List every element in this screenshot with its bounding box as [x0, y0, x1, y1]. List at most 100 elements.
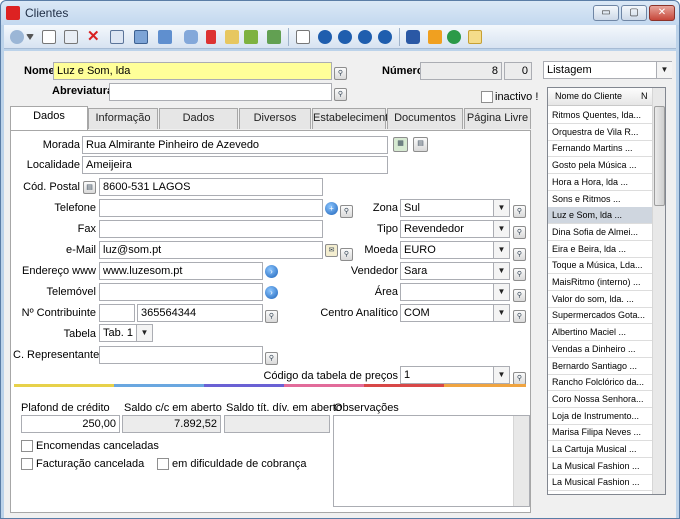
client-list[interactable]: Nome do Cliente N Ritmos Quentes, lda...… [547, 87, 666, 495]
chevron-down-icon[interactable]: ▼ [493, 242, 509, 258]
search-icon[interactable]: ⚲ [265, 352, 278, 365]
list-item[interactable]: Gosto pela Música ... [548, 157, 652, 175]
grid-icon[interactable] [134, 30, 148, 44]
folder-icon[interactable] [158, 30, 172, 44]
search-icon[interactable]: ⚲ [334, 67, 347, 80]
numero-suffix-field[interactable]: 0 [504, 62, 532, 80]
view-select[interactable]: Listagem [543, 61, 672, 79]
client-list-scrollbar[interactable] [652, 88, 665, 494]
column-header-nome[interactable]: Nome do Cliente [555, 91, 622, 101]
search-icon[interactable]: ⚲ [334, 88, 347, 101]
open-folder-icon[interactable] [244, 30, 258, 44]
settings-icon[interactable] [428, 30, 442, 44]
sync-icon[interactable] [447, 30, 461, 44]
list-item[interactable]: La Cartuja Musical ... [548, 441, 652, 458]
next-record-icon[interactable] [358, 30, 372, 44]
list-item[interactable]: La Musical Fashion ... [548, 458, 652, 475]
www-field[interactable]: www.luzesom.pt [99, 262, 263, 280]
list-item[interactable]: Toque a Música, Lda... [548, 257, 652, 275]
first-record-icon[interactable] [318, 30, 332, 44]
copy-icon[interactable] [64, 30, 78, 44]
search-icon[interactable]: ⚲ [513, 289, 526, 302]
delete-icon[interactable]: ✕ [87, 29, 101, 44]
mail-icon[interactable] [225, 30, 239, 44]
nome-field[interactable]: Luz e Som, lda [53, 62, 332, 80]
chevron-down-icon[interactable]: ▼ [136, 325, 152, 341]
list-item[interactable]: Hora a Hora, lda ... [548, 174, 652, 191]
help-icon[interactable] [406, 30, 420, 44]
list-item[interactable]: Albertino Maciel ... [548, 324, 652, 342]
numero-field[interactable]: 8 [420, 62, 502, 80]
list-item[interactable]: Valor do som, lda. ... [548, 291, 652, 308]
search-icon[interactable]: ⚲ [265, 310, 278, 323]
tab-documentos[interactable]: Documentos de [387, 108, 463, 143]
list-item[interactable]: Orquestra de Vila R... [548, 124, 652, 141]
chevron-down-icon[interactable]: ▼ [493, 284, 509, 300]
close-button[interactable]: ✕ [649, 5, 675, 21]
chevron-down-icon[interactable]: ▼ [493, 221, 509, 237]
localidade-field[interactable]: Ameijeira [82, 156, 388, 174]
refresh-icon[interactable] [267, 30, 281, 44]
saldo-titulos-field[interactable] [224, 415, 330, 433]
facturacao-cancelada-checkbox[interactable] [21, 458, 33, 470]
encomendas-canceladas-checkbox[interactable] [21, 440, 33, 452]
list-item[interactable]: Fernando Martins ... [548, 140, 652, 158]
maximize-button[interactable]: ▢ [621, 5, 647, 21]
scrollbar-thumb[interactable] [654, 106, 665, 206]
list-item[interactable]: Dina Sofia de Almei... [548, 224, 652, 241]
tab-diversos[interactable]: Diversos [239, 108, 311, 129]
column-header-n[interactable]: N [641, 91, 648, 101]
search-icon[interactable]: ⚲ [513, 248, 526, 261]
list-item[interactable]: Coro Nossa Senhora... [548, 391, 652, 408]
email-field[interactable]: luz@som.pt [99, 241, 323, 259]
chevron-down-icon[interactable]: ▼ [656, 62, 672, 78]
list-item[interactable]: Supermercados Gota... [548, 307, 652, 325]
open-link-icon[interactable]: › [265, 265, 278, 278]
tab-informacao[interactable]: Informação [88, 108, 158, 129]
edit-icon[interactable] [110, 30, 124, 44]
tab-estabelecimentos[interactable]: Estabelecimentos [312, 108, 400, 129]
search-icon[interactable]: ⚲ [513, 268, 526, 281]
list-item[interactable]: Luz e Som, lda ... [548, 207, 652, 225]
cod-postal-field[interactable]: 8600-531 LAGOS [99, 178, 323, 196]
list-item[interactable]: Loja de Instrumento... [548, 408, 652, 425]
chevron-down-icon[interactable]: ▼ [493, 367, 509, 383]
contribuinte-field[interactable]: 365564344 [137, 304, 263, 322]
tree-icon[interactable] [206, 30, 216, 44]
search-icon[interactable] [10, 30, 24, 44]
search-icon[interactable]: ⚲ [513, 310, 526, 323]
chevron-down-icon[interactable]: ▼ [493, 200, 509, 216]
box-icon[interactable] [184, 30, 198, 44]
telefone-field[interactable] [99, 199, 323, 217]
list-item[interactable]: La Musical Fashion ... [548, 474, 652, 492]
list-item[interactable]: MaisRitmo (interno) ... [548, 274, 652, 291]
telemovel-field[interactable] [99, 283, 263, 301]
representante-field[interactable] [99, 346, 263, 364]
contribuinte-prefix-field[interactable] [99, 304, 135, 322]
postal-lookup-icon[interactable]: ▤ [83, 181, 96, 194]
list-item[interactable]: Ritmos Quentes, lda... [548, 107, 652, 124]
previous-record-icon[interactable] [338, 30, 352, 44]
chevron-down-icon[interactable]: ▼ [493, 305, 509, 321]
tab-pagina-livre[interactable]: Página Livre [464, 108, 531, 129]
plafond-field[interactable]: 250,00 [21, 415, 120, 433]
observacoes-scrollbar[interactable] [513, 416, 529, 506]
book-icon[interactable]: ▤ [413, 137, 428, 152]
new-document-icon[interactable] [42, 30, 56, 44]
saldo-field[interactable]: 7.892,52 [122, 415, 221, 433]
morada-field[interactable]: Rua Almirante Pinheiro de Azevedo [82, 136, 388, 154]
chevron-down-icon[interactable]: ▼ [493, 263, 509, 279]
minimize-button[interactable]: ▭ [593, 5, 619, 21]
search-icon[interactable]: ⚲ [513, 226, 526, 239]
chevron-down-icon[interactable] [26, 34, 34, 40]
search-icon[interactable]: ⚲ [513, 205, 526, 218]
observacoes-textarea[interactable] [333, 415, 530, 507]
list-item[interactable]: Marisa Filipa Neves ... [548, 424, 652, 442]
list-item[interactable]: Bernardo Santiago ... [548, 358, 652, 375]
map-icon[interactable]: ▦ [393, 137, 408, 152]
abreviatura-field[interactable] [109, 83, 332, 101]
list-item[interactable]: Vendas a Dinheiro ... [548, 341, 652, 358]
list-item[interactable]: Rancho Folclórico da... [548, 374, 652, 392]
tab-dados-principais[interactable]: Dados Principais [10, 106, 88, 141]
list-item[interactable]: Eira e Beira, lda ... [548, 241, 652, 258]
